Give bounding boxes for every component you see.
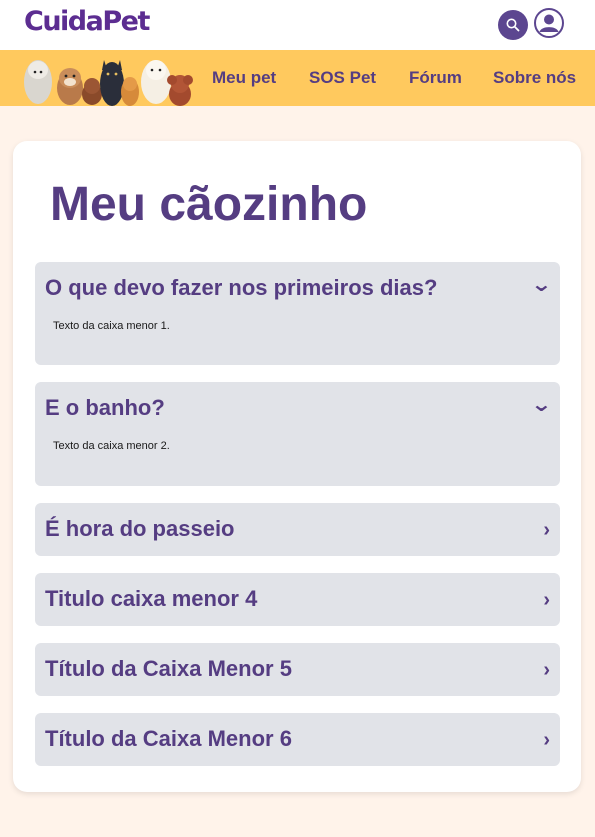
accordion-title[interactable]: Título da Caixa Menor 6 <box>45 726 292 752</box>
accordion-body: Texto da caixa menor 2. <box>53 440 170 452</box>
accordion-item-4[interactable]: Titulo caixa menor 4 › <box>35 573 560 626</box>
accordion-title[interactable]: E o banho? <box>45 395 165 421</box>
nav-item-forum[interactable]: Fórum <box>409 68 462 88</box>
content-card: Meu cãozinho O que devo fazer nos primei… <box>13 141 581 792</box>
search-button[interactable] <box>498 10 528 40</box>
nav-item-sobre-nos[interactable]: Sobre nós <box>493 68 576 88</box>
accordion-item-6[interactable]: Título da Caixa Menor 6 › <box>35 713 560 766</box>
page-title: Meu cãozinho <box>50 178 368 231</box>
main-nav: Meu pet SOS Pet Fórum Sobre nós <box>0 50 595 106</box>
accordion-title[interactable]: Título da Caixa Menor 5 <box>45 656 292 682</box>
user-account-button[interactable] <box>534 8 564 38</box>
accordion-title[interactable]: É hora do passeio <box>45 516 235 542</box>
accordion-item-2[interactable]: E o banho? ⌄ Texto da caixa menor 2. <box>35 382 560 486</box>
chevron-down-icon[interactable]: ⌄ <box>531 272 553 297</box>
chevron-right-icon[interactable]: › <box>543 519 550 542</box>
user-icon <box>539 14 559 32</box>
accordion-item-5[interactable]: Título da Caixa Menor 5 › <box>35 643 560 696</box>
accordion-title[interactable]: Titulo caixa menor 4 <box>45 586 257 612</box>
dogs-illustration <box>24 60 193 106</box>
chevron-down-icon[interactable]: ⌄ <box>531 392 553 417</box>
cuidapet-logo[interactable]: CuidaPet <box>24 6 150 37</box>
nav-item-meu-pet[interactable]: Meu pet <box>212 68 276 88</box>
chevron-right-icon[interactable]: › <box>543 659 550 682</box>
accordion-item-1[interactable]: O que devo fazer nos primeiros dias? ⌄ T… <box>35 262 560 365</box>
accordion-title[interactable]: O que devo fazer nos primeiros dias? <box>45 275 437 301</box>
accordion-body: Texto da caixa menor 1. <box>53 320 170 332</box>
accordion-item-3[interactable]: É hora do passeio › <box>35 503 560 556</box>
search-icon <box>506 18 520 32</box>
chevron-right-icon[interactable]: › <box>543 729 550 752</box>
chevron-right-icon[interactable]: › <box>543 589 550 612</box>
nav-item-sos-pet[interactable]: SOS Pet <box>309 68 376 88</box>
top-bar: CuidaPet <box>0 0 595 50</box>
